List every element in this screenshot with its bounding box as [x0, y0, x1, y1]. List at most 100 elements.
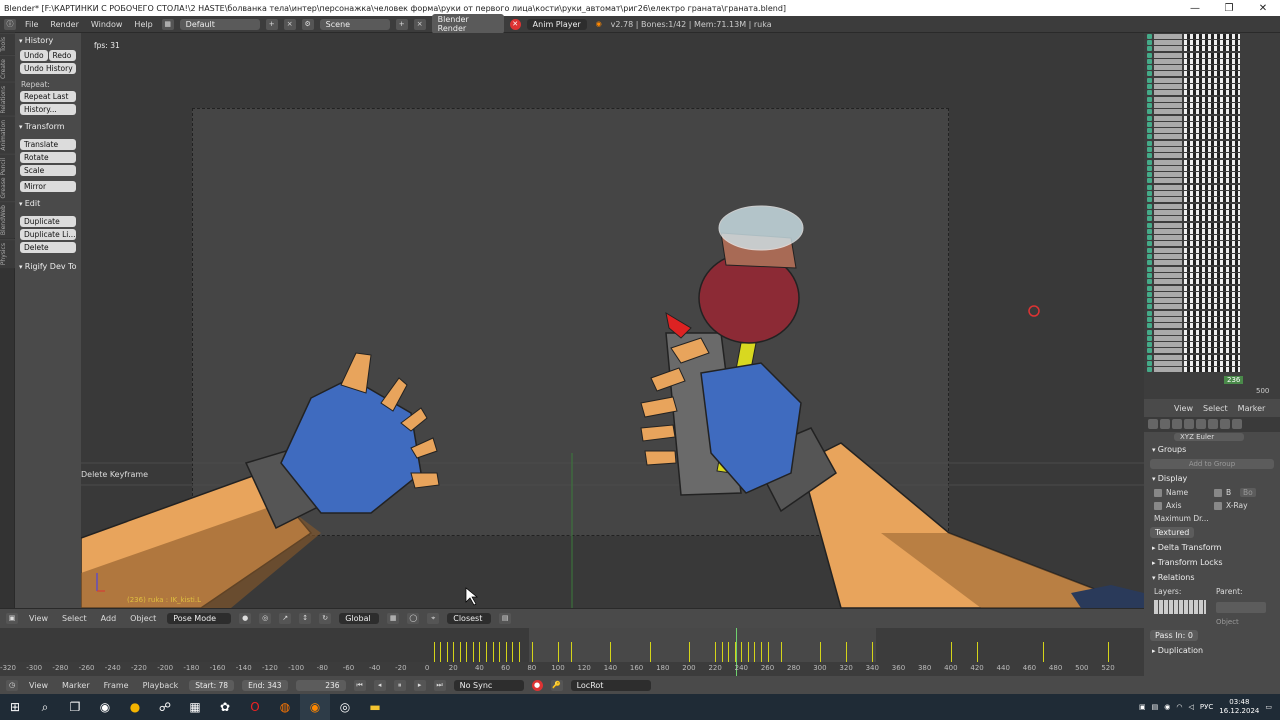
task-view-icon[interactable]: ❐ — [60, 694, 90, 720]
3d-viewport[interactable]: fps: 31 Delete Keyframe (236) ruka: IK_… — [81, 33, 1144, 608]
transform-locks-header[interactable]: Transform Locks — [1144, 555, 1280, 570]
dopesheet-marker-menu[interactable]: Marker — [1238, 404, 1266, 413]
name-checkbox[interactable] — [1154, 488, 1162, 497]
keyframe-marker[interactable] — [499, 642, 501, 662]
data-tab-icon[interactable] — [1220, 419, 1230, 429]
current-frame-field[interactable]: 236 — [295, 679, 346, 691]
blender-icon[interactable]: ◉ — [300, 694, 330, 720]
keyframe-marker[interactable] — [760, 642, 762, 662]
manipulator-icon[interactable]: ↗ — [279, 613, 292, 624]
add-layout-icon[interactable]: + — [265, 18, 278, 30]
keyframe-marker[interactable] — [466, 642, 468, 662]
rotate-button[interactable]: Rotate — [20, 152, 76, 163]
stop-player-icon[interactable]: ✕ — [509, 18, 521, 30]
sync-mode-select[interactable]: No Sync — [453, 679, 524, 691]
minimize-button[interactable]: — — [1178, 3, 1212, 14]
transform-panel-header[interactable]: Transform — [15, 119, 81, 134]
calculator-icon[interactable]: ▦ — [180, 694, 210, 720]
start-frame-field[interactable]: Start: 78 — [189, 679, 235, 691]
dopesheet-select-menu[interactable]: Select — [1203, 404, 1228, 413]
add-scene-icon[interactable]: + — [395, 18, 408, 30]
keyframe-marker[interactable] — [767, 642, 769, 662]
next-key-icon[interactable]: ▸ — [413, 679, 426, 691]
menu-window[interactable]: Window — [88, 20, 126, 29]
keyframe-marker[interactable] — [846, 642, 848, 662]
channel-region[interactable]: 236 500 — [1144, 33, 1280, 399]
draw-type-select[interactable]: Textured — [1150, 527, 1195, 538]
keyframe-marker[interactable] — [728, 642, 730, 662]
tab-relations[interactable]: Relations — [0, 81, 15, 117]
end-frame-field[interactable]: End: 343 — [242, 679, 288, 691]
keyframe-marker[interactable] — [1042, 642, 1044, 662]
jump-end-icon[interactable]: ⏭ — [433, 679, 446, 691]
viewport-view-menu[interactable]: View — [26, 614, 51, 623]
undo-button[interactable]: Undo — [20, 50, 48, 61]
duplication-header[interactable]: Duplication — [1144, 643, 1280, 658]
keyframe-marker[interactable] — [558, 642, 559, 662]
keyframe-marker[interactable] — [610, 642, 612, 662]
delta-transform-header[interactable]: Delta Transform — [1144, 540, 1280, 555]
tab-physics[interactable]: Physics — [0, 238, 15, 268]
keyframe-marker[interactable] — [505, 642, 507, 662]
jump-start-icon[interactable]: ⏮ — [353, 679, 366, 691]
proportional-edit-icon[interactable]: ◯ — [407, 613, 420, 624]
rotate-manip-icon[interactable]: ↻ — [319, 613, 332, 624]
screen-layout-icon[interactable]: ▦ — [161, 18, 174, 30]
layers-grid[interactable] — [1154, 600, 1206, 614]
keyframe-marker[interactable] — [741, 642, 743, 662]
keyframe-marker[interactable] — [977, 642, 979, 662]
translate-manip-icon[interactable]: ↕ — [299, 613, 312, 624]
wifi-icon[interactable]: ◠ — [1176, 703, 1182, 711]
editor-type-icon[interactable]: ▣ — [6, 613, 18, 624]
tray-app-icon[interactable]: ▤ — [1152, 703, 1159, 711]
constraints-tab-icon[interactable] — [1208, 419, 1218, 429]
keyframe-marker[interactable] — [440, 642, 442, 662]
orientation-select[interactable]: Global — [339, 613, 380, 624]
b-checkbox[interactable] — [1214, 488, 1222, 497]
keyframe-marker[interactable] — [453, 642, 455, 662]
keyframe-marker[interactable] — [747, 642, 749, 662]
scale-button[interactable]: Scale — [20, 165, 76, 176]
keyframe-marker[interactable] — [819, 642, 821, 662]
keyframe-marker[interactable] — [446, 642, 448, 662]
notifications-icon[interactable]: ▭ — [1265, 703, 1272, 711]
editor-type-icon[interactable]: ◷ — [6, 679, 18, 691]
world-tab-icon[interactable] — [1184, 419, 1194, 429]
mirror-button[interactable]: Mirror — [20, 181, 76, 192]
snap-icon[interactable]: ⌖ — [427, 613, 440, 624]
rigify-panel-header[interactable]: Rigify Dev To — [15, 259, 81, 274]
file-explorer-icon[interactable]: ▬ — [360, 694, 390, 720]
tab-grease-pencil[interactable]: Grease Pencil — [0, 153, 15, 202]
viewport-object-menu[interactable]: Object — [127, 614, 159, 623]
keyframe-marker[interactable] — [950, 642, 952, 662]
app-icon[interactable]: ☍ — [150, 694, 180, 720]
timeline-marker-menu[interactable]: Marker — [59, 681, 93, 690]
remove-scene-icon[interactable]: × — [413, 18, 426, 30]
opera-icon[interactable]: O — [240, 694, 270, 720]
keyframe-marker[interactable] — [472, 642, 474, 662]
bo-field[interactable]: Bo — [1240, 488, 1256, 497]
pass-index-field[interactable]: Pass In: 0 — [1150, 630, 1199, 641]
pause-icon[interactable]: ⏸ — [393, 679, 406, 691]
keyframe-marker[interactable] — [780, 642, 782, 662]
undo-history-button[interactable]: Undo History — [20, 63, 76, 74]
interaction-mode-select[interactable]: Pose Mode — [167, 613, 232, 624]
display-panel-header[interactable]: Display — [1144, 471, 1280, 486]
chrome-icon[interactable]: ● — [120, 694, 150, 720]
groups-panel-header[interactable]: Groups — [1144, 442, 1280, 457]
xray-checkbox[interactable] — [1214, 501, 1222, 510]
layers-tab-icon[interactable] — [1160, 419, 1170, 429]
close-button[interactable]: ✕ — [1246, 3, 1280, 14]
auto-key-icon[interactable]: ● — [531, 679, 543, 691]
menu-help[interactable]: Help — [131, 20, 155, 29]
delete-button[interactable]: Delete — [20, 242, 76, 253]
keying-set-icon[interactable]: 🔑 — [550, 679, 563, 691]
scene-tab-icon[interactable] — [1172, 419, 1182, 429]
menu-file[interactable]: File — [22, 20, 41, 29]
windows-start-icon[interactable]: ⊞ — [0, 694, 30, 720]
keyframe-marker[interactable] — [721, 642, 723, 662]
scene-field[interactable]: Scene — [319, 18, 390, 30]
scene-icon[interactable]: ⚙ — [301, 18, 314, 30]
keyframe-marker[interactable] — [433, 642, 435, 662]
render-preview-icon[interactable]: ▤ — [499, 613, 512, 624]
